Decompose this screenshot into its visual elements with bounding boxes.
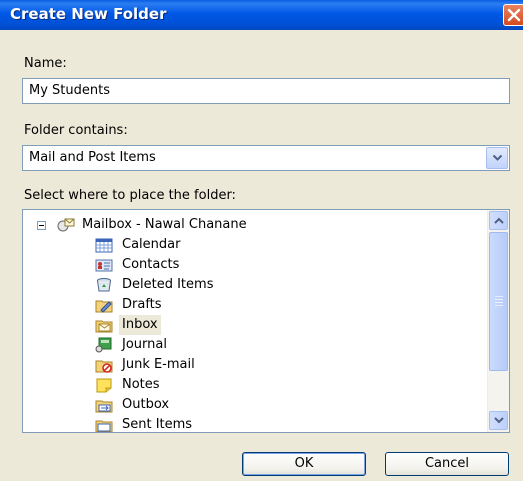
- tree-item-notes[interactable]: Notes: [95, 375, 295, 395]
- tree-item-label: Drafts: [122, 297, 162, 312]
- close-icon: [507, 8, 521, 22]
- collapse-toggle[interactable]: [37, 221, 46, 230]
- folder-location-label: Select where to place the folder:: [24, 188, 236, 203]
- mailbox-icon: [57, 217, 75, 233]
- tree-item-sent-items[interactable]: Sent Items: [95, 415, 295, 432]
- ok-button[interactable]: OK: [242, 452, 366, 476]
- deleted-items-icon: [95, 277, 113, 293]
- tree-item-junk-email[interactable]: Junk E-mail: [95, 355, 295, 375]
- notes-icon: [95, 377, 113, 393]
- calendar-icon: [95, 237, 113, 253]
- tree-item-mailbox[interactable]: Mailbox - Nawal Chanane: [33, 215, 333, 235]
- chevron-up-icon: [494, 217, 504, 224]
- chevron-down-icon: [492, 154, 503, 161]
- name-input[interactable]: My Students: [22, 78, 510, 104]
- window-title: Create New Folder: [10, 5, 167, 23]
- scrollbar-thumb[interactable]: [489, 232, 508, 371]
- scroll-down-button[interactable]: [489, 411, 508, 430]
- name-label: Name:: [24, 56, 67, 71]
- contacts-icon: [95, 257, 113, 273]
- tree-item-label: Journal: [122, 337, 167, 352]
- create-new-folder-dialog: Create New Folder Name: My Students Fold…: [0, 0, 523, 481]
- tree-item-label: Calendar: [122, 237, 181, 252]
- junk-email-icon: [95, 357, 113, 373]
- tree-item-label: Notes: [122, 377, 160, 392]
- chevron-down-icon: [494, 417, 504, 424]
- tree-item-deleted-items[interactable]: Deleted Items: [95, 275, 295, 295]
- title-bar[interactable]: Create New Folder: [0, 0, 523, 30]
- folder-contains-label: Folder contains:: [24, 123, 128, 138]
- journal-icon: [95, 337, 113, 353]
- tree-item-contacts[interactable]: Contacts: [95, 255, 295, 275]
- folder-contains-dropdown-button[interactable]: [486, 147, 508, 169]
- tree-item-inbox[interactable]: Inbox: [95, 315, 295, 335]
- folder-tree[interactable]: Mailbox - Nawal Chanane Calendar Contact…: [22, 209, 510, 433]
- folder-tree-scrollbar[interactable]: [487, 210, 509, 432]
- tree-item-label: Contacts: [122, 257, 180, 272]
- scroll-up-button[interactable]: [489, 211, 508, 230]
- tree-item-label: Sent Items: [122, 417, 193, 432]
- outbox-icon: [95, 397, 113, 413]
- inbox-icon: [95, 317, 113, 333]
- tree-item-label: Deleted Items: [122, 277, 214, 292]
- drafts-icon: [95, 297, 113, 313]
- close-button[interactable]: [503, 4, 523, 26]
- cancel-button[interactable]: Cancel: [385, 452, 509, 476]
- tree-item-calendar[interactable]: Calendar: [95, 235, 295, 255]
- tree-item-outbox[interactable]: Outbox: [95, 395, 295, 415]
- tree-item-label: Outbox: [122, 397, 170, 412]
- tree-item-label: Mailbox - Nawal Chanane: [82, 217, 247, 232]
- sent-items-icon: [95, 417, 113, 432]
- tree-item-label: Inbox: [119, 315, 161, 335]
- tree-item-label: Junk E-mail: [122, 357, 195, 372]
- folder-contains-value: Mail and Post Items: [29, 150, 156, 165]
- folder-contains-select[interactable]: Mail and Post Items: [22, 145, 510, 171]
- tree-item-drafts[interactable]: Drafts: [95, 295, 295, 315]
- tree-item-journal[interactable]: Journal: [95, 335, 295, 355]
